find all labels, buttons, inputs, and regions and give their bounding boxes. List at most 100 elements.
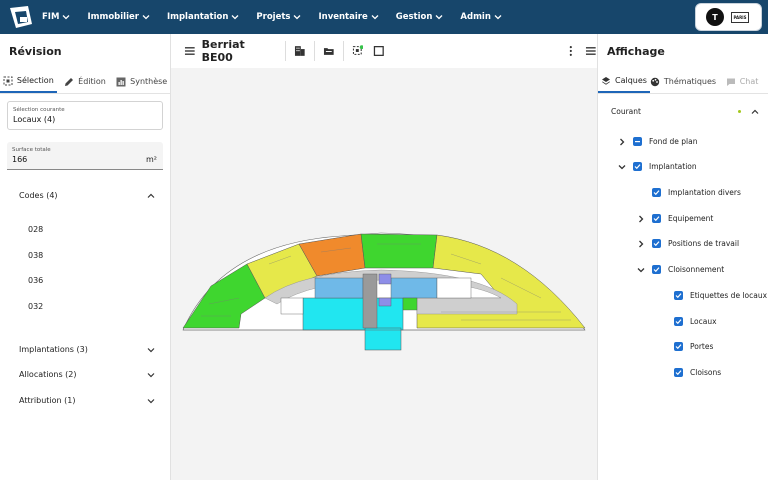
chevron-right-icon[interactable] xyxy=(637,215,645,223)
display-panel: Affichage Calques Thématiques Chat Coura… xyxy=(597,34,768,480)
nav-implantation[interactable]: Implantation xyxy=(167,12,239,22)
nav-projets[interactable]: Projets xyxy=(256,12,301,22)
chat-icon xyxy=(726,78,735,86)
checkbox[interactable] xyxy=(652,188,661,197)
chevron-down-icon xyxy=(494,15,502,20)
attribution-header[interactable]: Attribution (1) xyxy=(19,396,155,405)
room-purple[interactable] xyxy=(378,273,392,285)
layer-cloisonnement[interactable]: Cloisonnement xyxy=(637,265,724,274)
chevron-down-icon xyxy=(147,398,155,403)
layer-etiquettes-de-locaux[interactable]: Etiquettes de locaux xyxy=(674,291,767,300)
tab-synthese[interactable]: Synthèse xyxy=(113,70,170,93)
app-logo[interactable] xyxy=(8,4,34,30)
top-bar: FIM Immobilier Implantation Projets Inve… xyxy=(0,0,768,34)
divider xyxy=(342,41,344,61)
layers-icon xyxy=(601,76,610,85)
chevron-right-icon[interactable] xyxy=(618,138,626,146)
chevron-right-icon[interactable] xyxy=(637,240,645,248)
zone-green-top[interactable] xyxy=(360,233,438,269)
panel-title: Révision xyxy=(9,45,62,58)
main-nav: FIM Immobilier Implantation Projets Inve… xyxy=(42,0,519,34)
revision-tabs: Sélection Édition Synthèse xyxy=(0,70,170,94)
layer-implantation[interactable]: Implantation xyxy=(618,162,697,171)
chevron-down-icon xyxy=(231,15,239,20)
checkbox[interactable] xyxy=(633,162,642,171)
checkbox[interactable] xyxy=(652,239,661,248)
list-icon[interactable] xyxy=(585,45,597,57)
allocations-header[interactable]: Allocations (2) xyxy=(19,370,155,379)
room-green-small[interactable] xyxy=(402,297,418,311)
tab-calques[interactable]: Calques xyxy=(598,70,650,93)
palette-icon xyxy=(650,77,660,86)
tab-edition[interactable]: Édition xyxy=(57,70,114,93)
room-blue[interactable] xyxy=(314,277,364,299)
layer-locaux[interactable]: Locaux xyxy=(674,317,717,326)
room-white[interactable] xyxy=(280,297,304,315)
plan-title: Berriat BE00 xyxy=(201,38,245,64)
implantations-header[interactable]: Implantations (3) xyxy=(19,345,155,354)
chevron-down-icon xyxy=(142,15,150,20)
selection-field[interactable]: Sélection courante Locaux (4) xyxy=(7,101,163,130)
checkbox[interactable] xyxy=(652,214,661,223)
brand-logo: PARIS xyxy=(731,11,749,23)
chevron-down-icon xyxy=(147,372,155,377)
core-grey xyxy=(362,273,378,329)
chevron-down-icon xyxy=(371,15,379,20)
layer-positions-de-travail[interactable]: Positions de travail xyxy=(637,239,739,248)
layer-group-current[interactable]: Courant xyxy=(611,107,759,116)
code-item[interactable]: 036 xyxy=(28,276,43,285)
code-item[interactable]: 032 xyxy=(28,302,43,311)
surface-field: Surface totale 166 m² xyxy=(7,142,163,170)
layer-fond-de-plan[interactable]: Fond de plan xyxy=(618,137,698,146)
more-vert-icon[interactable] xyxy=(565,45,577,57)
divider xyxy=(313,41,315,61)
checkbox[interactable] xyxy=(674,368,683,377)
revision-panel: Révision Sélection Édition Synthèse Séle… xyxy=(0,34,171,480)
layer-cloisons[interactable]: Cloisons xyxy=(674,368,721,377)
chevron-down-icon[interactable] xyxy=(637,266,645,274)
checkbox[interactable] xyxy=(674,317,683,326)
room-blue[interactable] xyxy=(390,277,438,299)
layer-portes[interactable]: Portes xyxy=(674,342,713,351)
avatar[interactable]: T xyxy=(706,8,724,26)
tab-chat: Chat xyxy=(716,70,768,93)
layer-equipement[interactable]: Equipement xyxy=(637,214,713,223)
building-icon[interactable] xyxy=(294,45,306,57)
chevron-up-icon xyxy=(147,193,155,198)
square-icon[interactable] xyxy=(373,45,385,57)
chevron-up-icon[interactable] xyxy=(751,108,759,116)
chevron-down-icon xyxy=(147,347,155,352)
tab-selection[interactable]: Sélection xyxy=(0,70,57,93)
nav-gestion[interactable]: Gestion xyxy=(396,12,444,22)
layer-implantation-divers[interactable]: Implantation divers xyxy=(652,188,741,197)
zone-cyan-stem[interactable] xyxy=(364,327,402,351)
room-purple[interactable] xyxy=(378,297,392,307)
nav-fim[interactable]: FIM xyxy=(42,12,70,22)
codes-header[interactable]: Codes (4) xyxy=(19,191,155,200)
select-area-icon[interactable] xyxy=(352,45,364,57)
nav-inventaire[interactable]: Inventaire xyxy=(318,12,379,22)
chevron-down-icon xyxy=(62,15,70,20)
nav-admin[interactable]: Admin xyxy=(460,12,502,22)
menu-icon[interactable] xyxy=(184,45,196,57)
code-item[interactable]: 028 xyxy=(28,225,43,234)
partial-checkbox[interactable] xyxy=(633,137,642,146)
display-tabs: Calques Thématiques Chat xyxy=(598,70,768,94)
plan-viewer: Berriat BE00 xyxy=(171,34,597,480)
floor-plan[interactable] xyxy=(181,194,587,354)
code-item[interactable]: 038 xyxy=(28,251,43,260)
pencil-icon xyxy=(65,77,74,86)
selection-icon xyxy=(3,76,13,85)
folder-icon[interactable] xyxy=(323,45,335,57)
divider xyxy=(285,41,287,61)
room-white[interactable] xyxy=(436,277,472,299)
tab-thematiques[interactable]: Thématiques xyxy=(650,70,716,93)
chevron-down-icon xyxy=(294,15,301,20)
chart-icon xyxy=(116,77,126,86)
nav-immobilier[interactable]: Immobilier xyxy=(87,12,150,22)
checkbox[interactable] xyxy=(674,342,683,351)
chevron-down-icon[interactable] xyxy=(618,163,626,171)
checkbox[interactable] xyxy=(652,265,661,274)
checkbox[interactable] xyxy=(674,291,683,300)
user-menu[interactable]: T PARIS xyxy=(695,3,762,31)
